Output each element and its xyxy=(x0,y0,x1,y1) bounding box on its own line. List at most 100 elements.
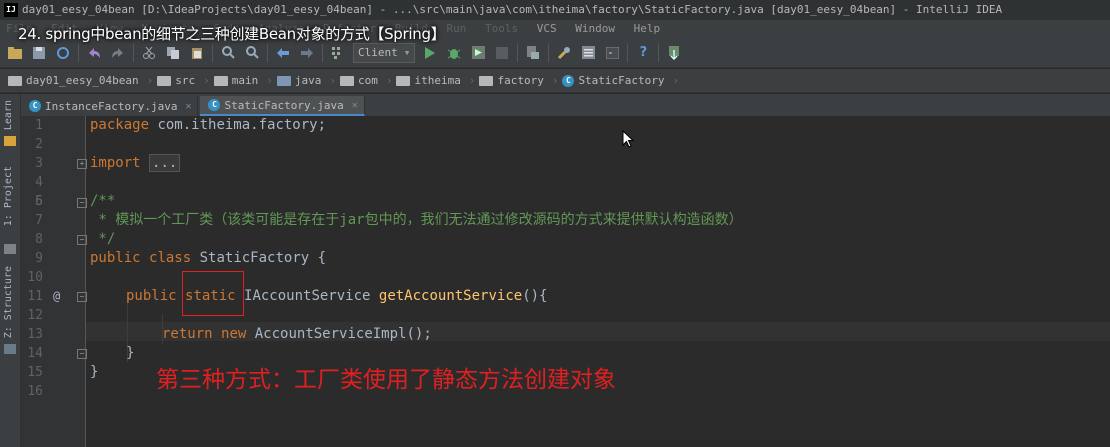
implements-method-icon[interactable]: @ xyxy=(53,287,60,306)
toolbar-divider xyxy=(133,43,134,62)
build-icon[interactable] xyxy=(329,44,347,62)
close-icon[interactable]: ✕ xyxy=(185,101,191,112)
menu-window[interactable]: Window xyxy=(575,22,615,35)
sdk-icon[interactable] xyxy=(579,44,597,62)
closing-brace: } xyxy=(126,345,135,361)
breadcrumb-itheima[interactable]: itheima xyxy=(396,74,461,87)
breadcrumb-label: itheima xyxy=(414,74,461,87)
undo-icon[interactable] xyxy=(85,44,103,62)
tab-instancefactory[interactable]: C InstanceFactory.java ✕ xyxy=(21,96,199,116)
project-icon xyxy=(4,244,16,254)
breadcrumb-label: com xyxy=(357,74,378,87)
comment: /** xyxy=(90,193,116,209)
folded-imports[interactable]: ... xyxy=(149,154,181,172)
toolbar-divider xyxy=(658,43,660,62)
run-config-select[interactable]: Client ▾ xyxy=(353,42,416,63)
menu-run[interactable]: Run xyxy=(446,22,466,35)
paste-icon[interactable] xyxy=(188,44,206,62)
tab-staticfactory[interactable]: C StaticFactory.java ✕ xyxy=(200,96,365,116)
fold-expand-icon[interactable]: + xyxy=(77,159,87,169)
breadcrumb-src[interactable]: src xyxy=(157,74,195,87)
toolbar-divider xyxy=(517,43,519,62)
static-keyword-highlight xyxy=(182,271,244,316)
package-icon xyxy=(396,75,411,86)
menu-tools[interactable]: Tools xyxy=(485,22,518,35)
toolbar-divider xyxy=(548,43,550,62)
run-config-label: Client xyxy=(358,46,398,59)
line-number: 12 xyxy=(27,308,43,323)
coverage-icon[interactable] xyxy=(469,44,487,62)
project-tab[interactable]: 1: Project xyxy=(3,166,14,226)
terminal-icon[interactable] xyxy=(603,44,621,62)
chevron-right-icon: › xyxy=(672,74,680,87)
debug-icon[interactable] xyxy=(445,44,463,62)
menu-vcs[interactable]: VCS xyxy=(537,22,557,35)
breadcrumb-project[interactable]: day01_eesy_04bean xyxy=(8,74,139,87)
fold-collapse-icon[interactable]: − xyxy=(77,292,87,302)
breadcrumb-factory[interactable]: factory xyxy=(479,74,544,87)
line-number: 13 xyxy=(27,327,43,342)
chevron-right-icon: › xyxy=(385,74,393,87)
find-icon[interactable] xyxy=(219,44,237,62)
class-declaration: StaticFactory { xyxy=(191,250,327,266)
code-line: 4 xyxy=(21,173,1110,192)
line-number: 14 xyxy=(27,346,43,361)
closing-brace: } xyxy=(90,364,99,380)
code-line: 8 − */ xyxy=(21,230,1110,249)
back-icon[interactable] xyxy=(274,44,292,62)
line-number: 1 xyxy=(35,118,43,133)
code-text: package com.itheima.factory; xyxy=(90,116,326,135)
fold-collapse-icon[interactable]: − xyxy=(77,349,87,359)
line-number: 6 xyxy=(35,194,43,209)
sync-icon[interactable] xyxy=(54,44,72,62)
structure-tab[interactable]: Z: Structure xyxy=(3,266,14,338)
breadcrumb-com[interactable]: com xyxy=(339,74,378,87)
comment: */ xyxy=(90,231,116,247)
learn-tab[interactable]: Learn xyxy=(3,100,14,130)
open-folder-icon[interactable] xyxy=(6,44,24,62)
toolbar-divider xyxy=(627,43,629,62)
chevron-right-icon: › xyxy=(203,74,210,87)
line-number: 8 xyxy=(35,232,43,247)
window-title: day01_eesy_04bean [D:\IdeaProjects\day01… xyxy=(22,3,1003,16)
breadcrumb-main[interactable]: main xyxy=(213,74,258,87)
redo-icon[interactable] xyxy=(109,44,127,62)
breadcrumb: day01_eesy_04bean › src › main › java › … xyxy=(0,69,1110,93)
maven-projects-icon[interactable] xyxy=(665,44,683,62)
keyword: public xyxy=(90,250,141,266)
fold-collapse-icon[interactable]: − xyxy=(77,235,87,245)
settings-icon[interactable] xyxy=(555,44,573,62)
line-number: 7 xyxy=(35,213,43,228)
replace-icon[interactable] xyxy=(243,44,261,62)
cut-icon[interactable] xyxy=(140,44,158,62)
close-icon[interactable]: ✕ xyxy=(352,100,358,111)
tab-label: StaticFactory.java xyxy=(224,98,344,112)
line-number: 15 xyxy=(27,365,43,380)
help-icon[interactable]: ? xyxy=(634,44,652,62)
keyword: package xyxy=(90,117,150,133)
project-structure-icon[interactable] xyxy=(524,44,542,62)
keyword: new xyxy=(221,326,247,342)
code-text: public class StaticFactory { xyxy=(90,249,326,268)
chevron-right-icon: › xyxy=(551,74,559,87)
chevron-right-icon: › xyxy=(146,74,154,87)
stop-icon[interactable] xyxy=(493,44,511,62)
structure-icon xyxy=(4,344,16,354)
breadcrumb-staticfactory[interactable]: C StaticFactory xyxy=(562,74,665,87)
save-icon[interactable] xyxy=(30,44,48,62)
line-number: 11 xyxy=(27,289,43,304)
breadcrumb-label: src xyxy=(175,74,196,87)
toolbar-divider xyxy=(267,43,268,62)
breadcrumb-java[interactable]: java xyxy=(276,74,322,87)
chevron-down-icon: ▾ xyxy=(403,46,411,59)
code-line: 1 package com.itheima.factory; xyxy=(21,116,1110,135)
forward-icon[interactable] xyxy=(298,44,316,62)
breadcrumb-label: java xyxy=(294,74,322,87)
video-title-overlay: 24. spring中bean的细节之三种创建Bean对象的方式【Spring】 xyxy=(18,25,446,43)
menu-help[interactable]: Help xyxy=(634,22,661,35)
package-icon xyxy=(479,75,494,86)
code-text: return new AccountServiceImpl(); xyxy=(162,325,432,344)
copy-icon[interactable] xyxy=(164,44,182,62)
run-icon[interactable] xyxy=(421,44,439,62)
method-name: getAccountService xyxy=(378,288,523,304)
